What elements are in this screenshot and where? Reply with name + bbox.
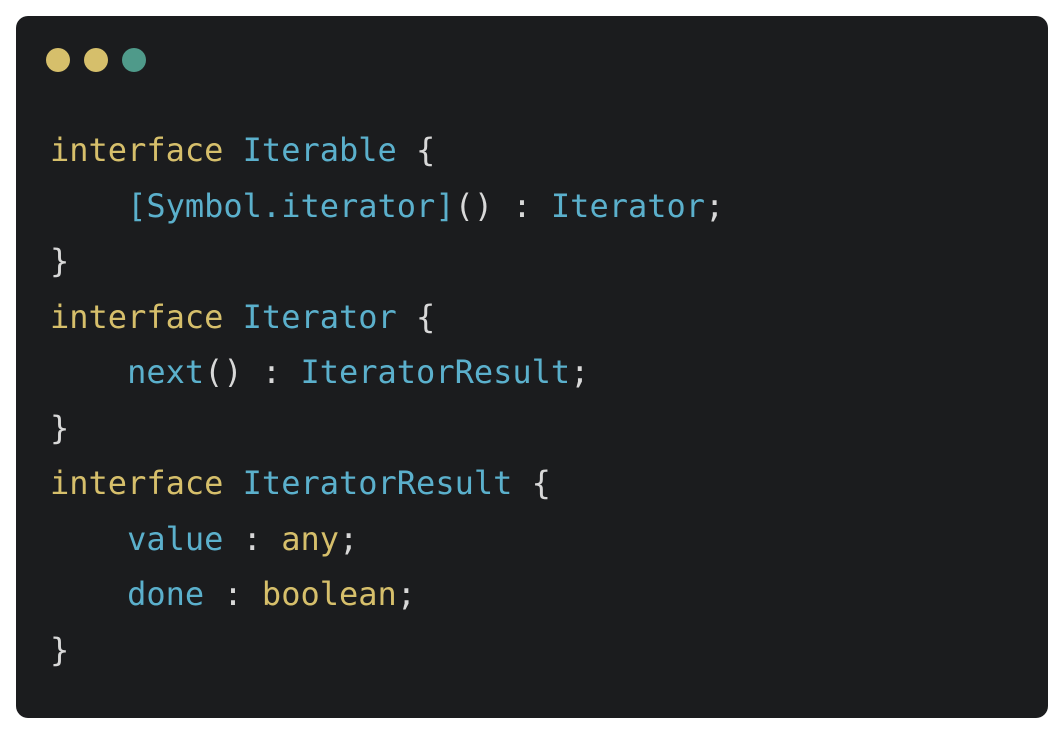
- code-line: [Symbol.iterator]() : Iterator;: [50, 179, 724, 235]
- minimize-dot-icon[interactable]: [84, 48, 108, 72]
- code-token-punct: ;: [570, 353, 590, 391]
- code-token-type: IteratorResult: [242, 464, 513, 502]
- code-token-punct: [223, 131, 242, 169]
- code-token-punct: () :: [454, 186, 551, 225]
- code-token-punct: () :: [204, 353, 301, 391]
- code-token-punct: [50, 520, 127, 558]
- code-token-punct: }: [50, 630, 70, 669]
- code-line: }: [50, 401, 724, 457]
- code-token-type: IteratorResult: [300, 353, 571, 391]
- code-token-punct: [223, 464, 242, 502]
- code-token-keyword: interface: [50, 131, 224, 169]
- code-token-punct: {: [396, 131, 436, 169]
- code-line: interface Iterable {: [50, 123, 724, 179]
- code-token-prop: next: [127, 353, 205, 391]
- code-line: value : any;: [50, 512, 724, 568]
- code-window: interface Iterable { [Symbol.iterator]()…: [16, 16, 1048, 718]
- code-line: interface Iterator {: [50, 290, 724, 346]
- code-token-punct: }: [50, 408, 70, 447]
- code-token-punct: [50, 187, 127, 225]
- code-token-punct: [223, 298, 242, 336]
- code-token-punct: [50, 575, 127, 613]
- window-controls: [46, 48, 146, 72]
- code-token-punct: ;: [705, 186, 725, 225]
- code-line: next() : IteratorResult;: [50, 345, 724, 401]
- code-token-keyword: boolean: [261, 575, 397, 613]
- maximize-dot-icon[interactable]: [122, 48, 146, 72]
- code-token-punct: {: [396, 297, 436, 336]
- code-token-keyword: interface: [50, 297, 224, 336]
- close-dot-icon[interactable]: [46, 48, 70, 72]
- code-token-punct: :: [204, 575, 262, 613]
- code-token-type: Iterable: [242, 131, 397, 169]
- code-line: }: [50, 234, 724, 290]
- code-token-punct: [50, 353, 127, 391]
- code-token-keyword: interface: [50, 464, 224, 502]
- code-token-type: Iterator: [550, 186, 706, 225]
- code-token-punct: ;: [396, 575, 417, 613]
- code-block: interface Iterable { [Symbol.iterator]()…: [50, 123, 724, 678]
- code-token-type: Iterator: [242, 297, 397, 336]
- code-line: }: [50, 623, 724, 679]
- code-line: done : boolean;: [50, 567, 724, 623]
- code-token-prop: [Symbol.iterator]: [127, 186, 455, 225]
- code-token-keyword: any: [281, 519, 339, 558]
- code-token-punct: }: [50, 242, 70, 280]
- code-token-punct: ;: [338, 519, 359, 558]
- code-line: interface IteratorResult {: [50, 456, 724, 512]
- code-token-prop: value: [127, 519, 224, 558]
- code-token-prop: done: [127, 575, 205, 613]
- code-token-punct: :: [223, 519, 282, 558]
- code-token-punct: {: [512, 464, 551, 502]
